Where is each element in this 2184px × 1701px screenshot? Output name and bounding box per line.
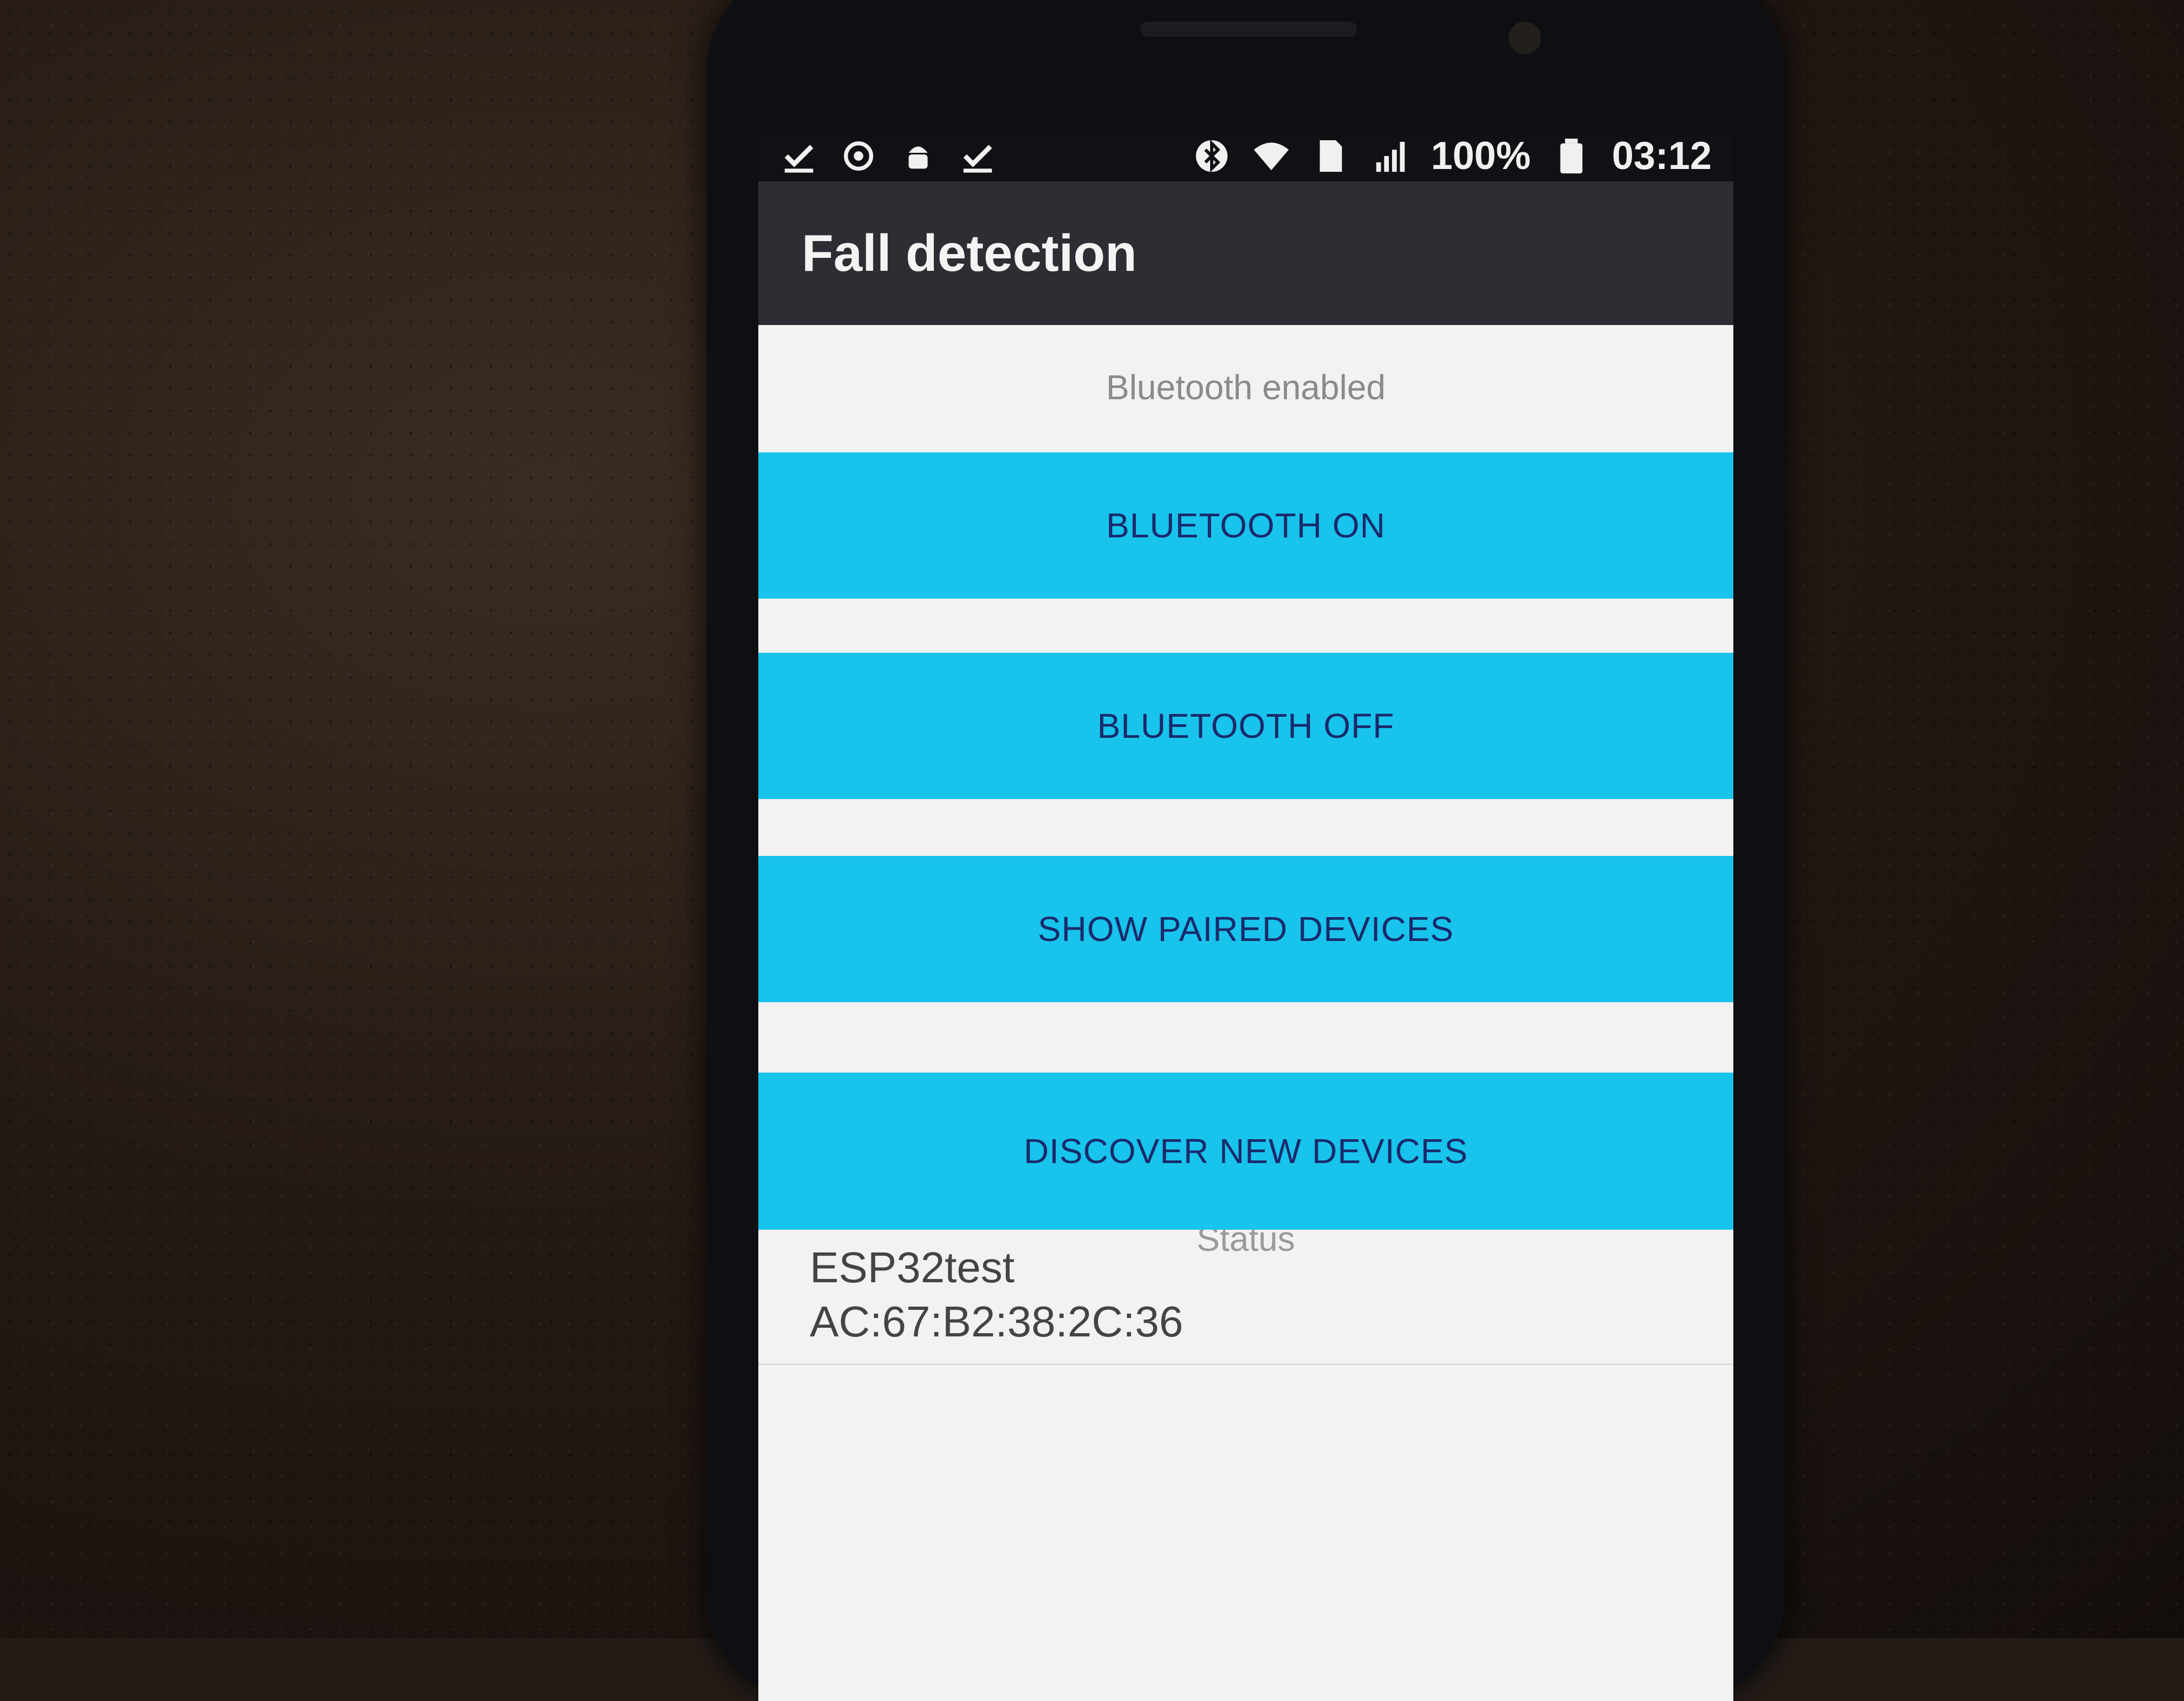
app-bar: Fall detection bbox=[758, 181, 1733, 325]
app-title: Fall detection bbox=[802, 224, 1137, 282]
bluetooth-status-text: Bluetooth enabled bbox=[1106, 368, 1386, 407]
sync-icon bbox=[840, 137, 877, 175]
bluetooth-icon bbox=[1193, 137, 1231, 175]
status-bar: 100% 03:12 bbox=[758, 130, 1733, 181]
background-surface: 100% 03:12 Fall detection Bluetooth enab… bbox=[0, 0, 2184, 1701]
battery-icon bbox=[1552, 137, 1590, 175]
clock: 03:12 bbox=[1611, 134, 1712, 178]
discover-new-devices-button[interactable]: DISCOVER NEW DEVICES bbox=[758, 1073, 1733, 1230]
phone-body: 100% 03:12 Fall detection Bluetooth enab… bbox=[707, 0, 1785, 1701]
show-paired-devices-button[interactable]: SHOW PAIRED DEVICES bbox=[758, 856, 1733, 1002]
notification-icons bbox=[780, 137, 997, 175]
earpiece-speaker bbox=[1140, 22, 1357, 37]
device-name: ESP32test bbox=[810, 1243, 1015, 1291]
signal-icon bbox=[1372, 137, 1409, 175]
bluetooth-on-button[interactable]: BLUETOOTH ON bbox=[758, 452, 1733, 599]
bluetooth-off-button[interactable]: BLUETOOTH OFF bbox=[758, 653, 1733, 799]
sim-icon bbox=[1312, 137, 1350, 175]
phone-screen: 100% 03:12 Fall detection Bluetooth enab… bbox=[758, 130, 1733, 1701]
android-debug-icon bbox=[899, 137, 937, 175]
device-list-item[interactable]: ESP32test AC:67:B2:38:2C:36 bbox=[758, 1230, 1733, 1365]
download-done-icon bbox=[959, 137, 997, 175]
front-camera bbox=[1509, 22, 1541, 54]
device-mac-address: AC:67:B2:38:2C:36 bbox=[810, 1297, 1184, 1346]
system-icons: 100% 03:12 bbox=[1193, 134, 1712, 178]
download-done-icon bbox=[780, 137, 818, 175]
battery-percent: 100% bbox=[1431, 134, 1531, 178]
wifi-icon bbox=[1252, 137, 1290, 175]
